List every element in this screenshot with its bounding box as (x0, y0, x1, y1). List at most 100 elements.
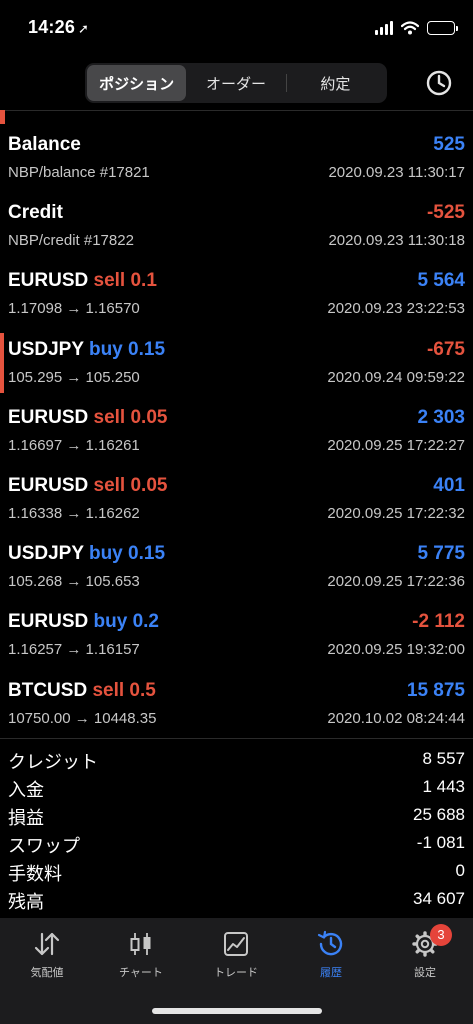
history-row[interactable]: EURUSD buy 0.2 1.16257 → 1.16157 -2 112 202… (0, 607, 473, 675)
symbol: EURUSD (8, 406, 89, 428)
summary-value: 1 443 (422, 777, 465, 796)
settings-badge: 3 (430, 924, 452, 946)
history-row[interactable]: USDJPY buy 0.15 105.268 → 105.653 5 775 202… (0, 539, 473, 607)
tab-settings[interactable]: 3 設定 (378, 924, 472, 990)
deal-time: 2020.09.25 17:22:27 (327, 436, 465, 454)
deal-time: 2020.09.23 23:22:53 (327, 300, 465, 318)
trade-chart-icon (224, 932, 248, 956)
row-detail: 1.17098 → 1.16570 (8, 300, 140, 318)
row-title: USDJPY buy 0.15 (8, 543, 165, 565)
row-detail: 1.16338 → 1.16262 (8, 504, 140, 522)
row-detail: 105.268 → 105.653 (8, 573, 140, 591)
symbol: Credit (8, 202, 63, 224)
tab-quotes[interactable]: 気配値 (0, 930, 94, 990)
row-detail: NBP/credit #17822 (8, 232, 134, 250)
symbol: EURUSD (8, 474, 89, 496)
row-title: EURUSD sell 0.1 (8, 270, 157, 292)
tab-trade[interactable]: トレード (189, 930, 283, 990)
side-volume: buy 0.2 (93, 611, 159, 633)
summary-label: 入金 (8, 780, 44, 800)
deal-time: 2020.09.25 17:22:36 (327, 573, 465, 591)
row-title: EURUSD buy 0.2 (8, 611, 159, 633)
deal-time: 2020.10.02 08:24:44 (327, 709, 465, 727)
row-title: BTCUSD sell 0.5 (8, 680, 156, 702)
profit-amount: 2 303 (417, 406, 465, 428)
summary-row: 入金 1 443 (0, 774, 473, 802)
row-title: Balance (8, 134, 81, 156)
profit-amount: 15 875 (406, 679, 465, 701)
row-detail: 1.16257 → 1.16157 (8, 641, 140, 659)
symbol: EURUSD (8, 270, 89, 292)
divider (0, 738, 473, 739)
history-list: Balance NBP/balance #17821 525 2020.09.23 1… (0, 130, 473, 744)
deal-time: 2020.09.24 09:59:22 (327, 368, 465, 386)
row-detail: 1.16697 → 1.16261 (8, 436, 140, 454)
row-detail: 10750.00 → 10448.35 (8, 709, 157, 727)
battery-icon (427, 21, 458, 35)
deal-time: 2020.09.23 11:30:17 (328, 164, 465, 181)
history-row[interactable]: EURUSD sell 0.05 1.16697 → 1.16261 2 303 20… (0, 403, 473, 471)
up-down-arrows-icon (34, 932, 60, 956)
scroll-marker (0, 110, 5, 124)
symbol: EURUSD (8, 611, 89, 633)
row-title: EURUSD sell 0.05 (8, 407, 167, 429)
profit-amount: -675 (426, 338, 465, 360)
selected-indicator (0, 332, 4, 393)
location-arrow-icon: ➚ (78, 21, 90, 36)
clock-history-icon[interactable] (422, 66, 456, 100)
summary-label: 損益 (8, 808, 44, 828)
tab-chart[interactable]: チャート (94, 930, 188, 990)
wifi-icon (401, 21, 419, 35)
status-icons (375, 20, 458, 36)
history-row[interactable]: Credit NBP/credit #17822 -525 2020.09.23 11… (0, 198, 473, 266)
profit-amount: 5 775 (417, 543, 465, 565)
summary: クレジット 8 557 入金 1 443 損益 25 688 スワップ -1 081 手数料 0 残… (0, 746, 473, 914)
symbol: BTCUSD (8, 679, 88, 701)
side-volume: sell 0.05 (93, 474, 168, 496)
summary-row: 損益 25 688 (0, 802, 473, 830)
profit-amount: -2 112 (412, 611, 465, 633)
history-row[interactable]: EURUSD sell 0.05 1.16338 → 1.16262 401 2020… (0, 471, 473, 539)
row-title: Credit (8, 202, 63, 224)
summary-row: スワップ -1 081 (0, 830, 473, 858)
history-row[interactable]: USDJPY buy 0.15 105.295 → 105.250 -675 2020… (0, 332, 473, 403)
status-bar: 14:26 ➚ (0, 0, 473, 52)
history-row[interactable]: EURUSD sell 0.1 1.17098 → 1.16570 5 564 202… (0, 266, 473, 334)
summary-value: 25 688 (413, 805, 465, 824)
row-detail: 105.295 → 105.250 (8, 368, 140, 386)
summary-row: 残高 34 607 (0, 886, 473, 914)
cellular-signal-icon (375, 21, 393, 35)
history-row[interactable]: Balance NBP/balance #17821 525 2020.09.23 1… (0, 130, 473, 198)
history-clock-icon (317, 930, 343, 956)
segment-deals[interactable]: 約定 (285, 65, 385, 101)
deal-time: 2020.09.25 17:22:32 (327, 504, 465, 522)
home-indicator[interactable] (152, 1008, 322, 1014)
side-volume: sell 0.1 (93, 270, 157, 292)
segment-orders[interactable]: オーダー (186, 65, 285, 101)
tab-quotes-label: 気配値 (30, 967, 64, 979)
summary-label: スワップ (8, 836, 80, 856)
tab-settings-label: 設定 (414, 967, 436, 979)
symbol: Balance (8, 134, 81, 155)
side-volume: sell 0.5 (92, 679, 156, 701)
row-detail: NBP/balance #17821 (8, 164, 150, 181)
divider (0, 110, 473, 111)
side-volume: buy 0.15 (88, 338, 166, 360)
symbol: USDJPY (8, 543, 84, 565)
profit-amount: 525 (433, 134, 465, 155)
summary-label: 残高 (8, 892, 44, 912)
status-time: 14:26 ➚ (28, 17, 89, 38)
segment-positions[interactable]: ポジション (87, 65, 187, 101)
summary-label: 手数料 (8, 864, 62, 884)
tab-history[interactable]: 履歴 (284, 930, 378, 990)
history-row[interactable]: BTCUSD sell 0.5 10750.00 → 10448.35 15 875… (0, 676, 473, 744)
tab-trade-label: トレード (214, 967, 258, 979)
side-volume: sell 0.05 (93, 406, 168, 428)
profit-amount: 5 564 (417, 270, 465, 292)
profit-amount: -525 (426, 202, 465, 224)
row-title: USDJPY buy 0.15 (8, 339, 165, 361)
clock-text: 14:26 (28, 17, 76, 37)
profit-amount: 401 (433, 474, 465, 496)
row-title: EURUSD sell 0.05 (8, 475, 167, 497)
candlestick-icon (130, 933, 151, 955)
